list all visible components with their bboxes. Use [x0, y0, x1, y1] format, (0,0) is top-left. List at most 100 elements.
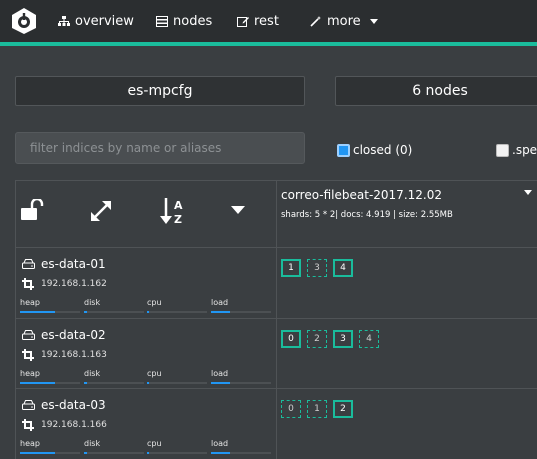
node-name[interactable]: es-data-01 — [41, 257, 106, 271]
metric-bar-disk — [84, 382, 144, 384]
cluster-nodes-box: 6 nodes — [335, 76, 537, 106]
edit-icon — [237, 16, 249, 27]
metric-label-disk: disk — [84, 369, 101, 378]
index-filter-placeholder: filter indices by name or aliases — [30, 141, 222, 155]
metric-bar-fill — [20, 452, 55, 454]
metric-bar-fill — [20, 382, 55, 384]
node-ip: 192.168.1.163 — [41, 350, 107, 360]
nav-overview[interactable]: overview — [58, 13, 134, 29]
metric-label-load: load — [211, 298, 229, 307]
hdd-icon — [22, 400, 35, 410]
metric-label-disk: disk — [84, 298, 101, 307]
nav-rest[interactable]: rest — [237, 13, 279, 29]
hdd-icon — [22, 330, 35, 340]
grid-row-divider — [15, 388, 537, 389]
nav-rest-label: rest — [254, 13, 279, 29]
nav-nodes[interactable]: nodes — [156, 13, 212, 29]
nav-more-label: more — [327, 13, 361, 29]
grid-column-divider — [276, 180, 277, 459]
expand-icon[interactable] — [89, 199, 113, 223]
metric-bar-disk — [84, 452, 144, 454]
metric-bar-cpu — [147, 452, 207, 454]
checkbox-checked-icon[interactable] — [337, 143, 350, 157]
metric-bar-fill — [211, 452, 230, 454]
closed-indices-checkbox[interactable]: closed (0) — [337, 143, 412, 157]
node-name[interactable]: es-data-02 — [41, 328, 106, 342]
navbar-accent-line — [0, 42, 537, 46]
metric-label-heap: heap — [20, 439, 40, 448]
crop-icon — [22, 419, 34, 431]
metric-bar-heap — [20, 382, 80, 384]
metric-label-cpu: cpu — [147, 369, 162, 378]
metric-bar-fill — [84, 382, 87, 384]
shard-replica[interactable]: 4 — [359, 330, 379, 348]
metric-bar-disk — [84, 311, 144, 313]
shard-primary[interactable]: 1 — [281, 259, 301, 277]
nav-nodes-label: nodes — [173, 13, 213, 29]
shard-primary[interactable]: 3 — [333, 330, 353, 348]
metric-bar-heap — [20, 311, 80, 313]
shard-primary[interactable]: 2 — [333, 400, 353, 418]
metric-bar-load — [211, 311, 271, 313]
shard-primary[interactable]: 0 — [281, 330, 301, 348]
closed-indices-label: closed (0) — [353, 143, 413, 157]
metric-bar-load — [211, 382, 271, 384]
metric-bar-fill — [20, 311, 55, 313]
server-icon — [156, 15, 168, 27]
cluster-nodes-count: 6 nodes — [412, 83, 468, 99]
index-filter-input[interactable]: filter indices by name or aliases — [15, 132, 305, 164]
special-indices-label: .spe — [512, 143, 537, 157]
index-name[interactable]: correo-filebeat-2017.12.02 — [281, 188, 442, 202]
metric-label-disk: disk — [84, 439, 101, 448]
caret-down-icon[interactable] — [231, 206, 245, 215]
node-name[interactable]: es-data-03 — [41, 398, 106, 412]
shard-replica[interactable]: 0 — [281, 400, 301, 418]
metric-label-heap: heap — [20, 298, 40, 307]
cerebro-logo-icon[interactable] — [11, 7, 37, 35]
grid-left-border — [15, 180, 16, 459]
metric-label-cpu: cpu — [147, 298, 162, 307]
nav-more-dropdown[interactable]: more — [310, 13, 378, 29]
grid-row-divider — [15, 318, 537, 319]
metric-bar-fill — [147, 382, 149, 384]
metric-bar-fill — [84, 311, 87, 313]
metric-bar-fill — [147, 452, 149, 454]
metric-bar-heap — [20, 452, 80, 454]
checkbox-unchecked-icon[interactable] — [496, 143, 509, 157]
metric-bar-load — [211, 452, 271, 454]
crop-icon — [22, 349, 34, 361]
metric-label-heap: heap — [20, 369, 40, 378]
sort-alpha-icon[interactable]: A Z — [160, 196, 188, 226]
nav-overview-label: overview — [75, 13, 134, 29]
shard-replica[interactable]: 1 — [307, 400, 327, 418]
index-menu-caret-icon[interactable] — [524, 190, 532, 195]
shard-replica[interactable]: 3 — [307, 259, 327, 277]
metric-label-cpu: cpu — [147, 439, 162, 448]
svg-text:A: A — [174, 199, 183, 212]
metric-bar-fill — [211, 382, 230, 384]
metric-bar-fill — [147, 311, 149, 313]
grid-header-bottom — [15, 247, 537, 248]
node-ip: 192.168.1.166 — [41, 420, 107, 430]
metric-bar-cpu — [147, 382, 207, 384]
cluster-name-box: es-mpcfg — [15, 76, 305, 106]
top-navbar: overview nodes rest more — [0, 0, 537, 46]
sitemap-icon — [58, 15, 70, 26]
svg-text:Z: Z — [174, 213, 182, 226]
metric-bar-cpu — [147, 311, 207, 313]
metric-bar-fill — [84, 452, 87, 454]
metric-label-load: load — [211, 439, 229, 448]
shard-primary[interactable]: 4 — [333, 259, 353, 277]
node-ip: 192.168.1.162 — [41, 279, 107, 289]
hdd-icon — [22, 259, 35, 269]
crop-icon — [22, 278, 34, 290]
metric-bar-fill — [211, 311, 230, 313]
index-meta: shards: 5 * 2| docs: 4.919 | size: 2.55M… — [281, 210, 453, 220]
unlock-icon[interactable] — [20, 199, 44, 221]
metric-label-load: load — [211, 369, 229, 378]
chevron-down-icon — [369, 18, 378, 24]
special-indices-checkbox[interactable]: .spe — [496, 143, 537, 157]
cluster-name: es-mpcfg — [127, 83, 193, 99]
magic-wand-icon — [310, 15, 321, 27]
shard-replica[interactable]: 2 — [307, 330, 327, 348]
